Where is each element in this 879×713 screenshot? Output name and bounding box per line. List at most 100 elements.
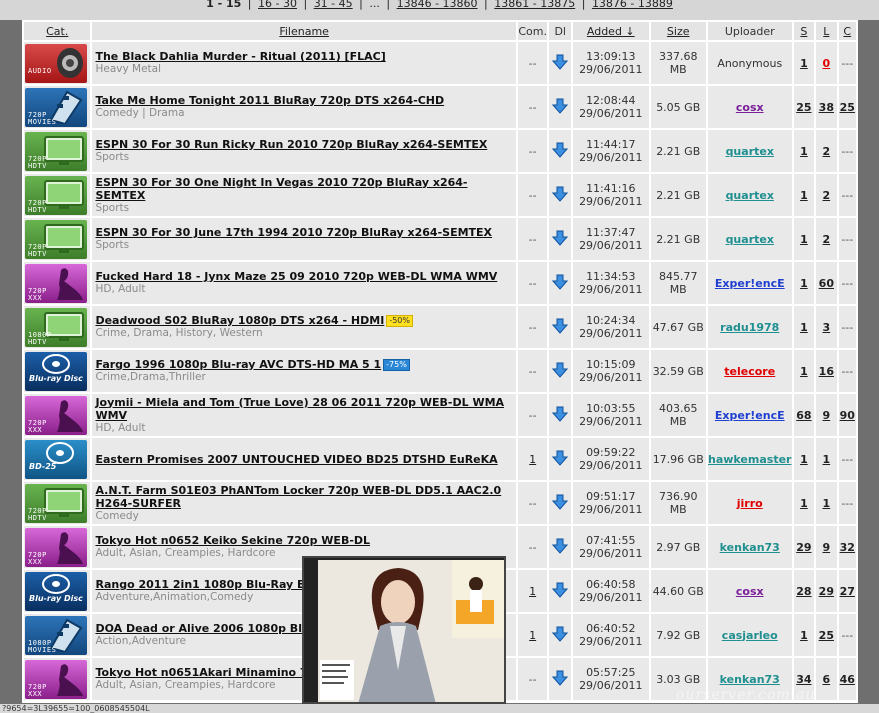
- seeders-link[interactable]: 1: [793, 438, 815, 480]
- page-link-924[interactable]: 13861 - 13875: [494, 0, 575, 10]
- category-icon[interactable]: 1080P MOVIES: [25, 615, 87, 655]
- download-arrow-icon[interactable]: [552, 626, 569, 642]
- leechers-link[interactable]: 3: [816, 306, 837, 348]
- col-size[interactable]: Size: [650, 22, 706, 40]
- category-cell[interactable]: 720P HDTV: [24, 482, 91, 524]
- leechers-link[interactable]: 1: [816, 438, 837, 480]
- download-cell[interactable]: [549, 350, 571, 392]
- col-filename[interactable]: Filename: [92, 22, 516, 40]
- download-cell[interactable]: [549, 86, 571, 128]
- category-cell[interactable]: 720P XXX: [24, 658, 91, 700]
- leechers-link[interactable]: 0: [816, 42, 837, 84]
- leechers-link[interactable]: 38: [816, 86, 837, 128]
- leechers-link[interactable]: 6: [816, 658, 837, 700]
- torrent-title-link[interactable]: ESPN 30 For 30 Run Ricky Run 2010 720p B…: [95, 138, 487, 151]
- torrent-title-link[interactable]: Fargo 1996 1080p Blu-ray AVC DTS-HD MA 5…: [95, 358, 381, 371]
- torrent-title-link[interactable]: Tokyo Hot n0651Akari Minamino 720: [95, 666, 322, 679]
- category-icon[interactable]: 720P XXX: [25, 395, 87, 435]
- torrent-title-link[interactable]: Rango 2011 2in1 1080p Blu-Ray EUR A: [95, 578, 334, 591]
- seeders-link[interactable]: 1: [793, 482, 815, 524]
- download-cell[interactable]: [549, 394, 571, 436]
- download-arrow-icon[interactable]: [552, 538, 569, 554]
- page-link-3[interactable]: 31 - 45: [314, 0, 353, 10]
- category-cell[interactable]: 720P XXX: [24, 526, 91, 568]
- category-icon[interactable]: 720P HDTV: [25, 131, 87, 171]
- download-arrow-icon[interactable]: [552, 450, 569, 466]
- category-icon[interactable]: BD-25: [25, 439, 87, 479]
- category-icon[interactable]: 720P XXX: [25, 659, 87, 699]
- seeders-link[interactable]: 1: [793, 130, 815, 172]
- category-cell[interactable]: 1080P HDTV: [24, 306, 91, 348]
- download-arrow-icon[interactable]: [552, 406, 569, 422]
- download-cell[interactable]: [549, 174, 571, 216]
- torrent-title-link[interactable]: DOA Dead or Alive 2006 1080p BluRay: [95, 622, 332, 635]
- torrent-title-link[interactable]: Fucked Hard 18 - Jynx Maze 25 09 2010 72…: [95, 270, 497, 283]
- seeders-link[interactable]: 68: [793, 394, 815, 436]
- torrent-title-link[interactable]: Joymii - Miela and Tom (True Love) 28 06…: [95, 396, 504, 422]
- download-arrow-icon[interactable]: [552, 362, 569, 378]
- download-arrow-icon[interactable]: [552, 54, 569, 70]
- category-cell[interactable]: 720P MOVIES: [24, 86, 91, 128]
- download-arrow-icon[interactable]: [552, 582, 569, 598]
- leechers-link[interactable]: 9: [816, 526, 837, 568]
- completed-count[interactable]: 32: [838, 526, 856, 568]
- download-arrow-icon[interactable]: [552, 494, 569, 510]
- download-cell[interactable]: [549, 658, 571, 700]
- uploader-link[interactable]: quartex: [707, 174, 792, 216]
- download-arrow-icon[interactable]: [552, 274, 569, 290]
- download-arrow-icon[interactable]: [552, 230, 569, 246]
- leechers-link[interactable]: 9: [816, 394, 837, 436]
- category-icon[interactable]: 720P XXX: [25, 263, 87, 303]
- col-cat[interactable]: Cat.: [24, 22, 91, 40]
- col-seeders[interactable]: S: [793, 22, 815, 40]
- page-link-2[interactable]: 16 - 30: [258, 0, 297, 10]
- download-cell[interactable]: [549, 262, 571, 304]
- download-arrow-icon[interactable]: [552, 670, 569, 686]
- leechers-link[interactable]: 2: [816, 174, 837, 216]
- torrent-title-link[interactable]: Eastern Promises 2007 UNTOUCHED VIDEO BD…: [95, 453, 497, 466]
- category-icon[interactable]: 720P HDTV: [25, 219, 87, 259]
- torrent-title-link[interactable]: Take Me Home Tonight 2011 BluRay 720p DT…: [95, 94, 444, 107]
- download-arrow-icon[interactable]: [552, 186, 569, 202]
- seeders-link[interactable]: 1: [793, 174, 815, 216]
- torrent-title-link[interactable]: Tokyo Hot n0652 Keiko Sekine 720p WEB-DL: [95, 534, 370, 547]
- leechers-link[interactable]: 1: [816, 482, 837, 524]
- download-cell[interactable]: [549, 438, 571, 480]
- seeders-link[interactable]: 1: [793, 262, 815, 304]
- leechers-link[interactable]: 60: [816, 262, 837, 304]
- torrent-title-link[interactable]: ESPN 30 For 30 One Night In Vegas 2010 7…: [95, 176, 467, 202]
- download-arrow-icon[interactable]: [552, 142, 569, 158]
- uploader-link[interactable]: casjarleo: [707, 614, 792, 656]
- page-link-last[interactable]: 13876 - 13889: [592, 0, 673, 10]
- col-leechers[interactable]: L: [816, 22, 837, 40]
- category-icon[interactable]: 1080P HDTV: [25, 307, 87, 347]
- category-icon[interactable]: 720P HDTV: [25, 483, 87, 523]
- uploader-link[interactable]: quartex: [707, 218, 792, 260]
- leechers-link[interactable]: 16: [816, 350, 837, 392]
- category-cell[interactable]: 720P HDTV: [24, 218, 91, 260]
- uploader-link[interactable]: telecore: [707, 350, 792, 392]
- category-cell[interactable]: Blu-ray Disc: [24, 570, 91, 612]
- seeders-link[interactable]: 25: [793, 86, 815, 128]
- uploader-link[interactable]: hawkemaster: [707, 438, 792, 480]
- completed-count[interactable]: 46: [838, 658, 856, 700]
- uploader-link[interactable]: Exper!encE: [707, 394, 792, 436]
- download-arrow-icon[interactable]: [552, 318, 569, 334]
- download-cell[interactable]: [549, 570, 571, 612]
- category-cell[interactable]: 1080P MOVIES: [24, 614, 91, 656]
- completed-count[interactable]: 90: [838, 394, 856, 436]
- seeders-link[interactable]: 1: [793, 218, 815, 260]
- category-cell[interactable]: AUDIO: [24, 42, 91, 84]
- comment-link[interactable]: 1: [529, 453, 536, 466]
- seeders-link[interactable]: 1: [793, 350, 815, 392]
- download-cell[interactable]: [549, 482, 571, 524]
- torrent-title-link[interactable]: The Black Dahlia Murder - Ritual (2011) …: [95, 50, 385, 63]
- seeders-link[interactable]: 1: [793, 306, 815, 348]
- completed-count[interactable]: 25: [838, 86, 856, 128]
- uploader-link[interactable]: cosx: [707, 86, 792, 128]
- category-cell[interactable]: 720P XXX: [24, 262, 91, 304]
- comment-link[interactable]: 1: [529, 585, 536, 598]
- category-icon[interactable]: 720P XXX: [25, 527, 87, 567]
- download-cell[interactable]: [549, 526, 571, 568]
- uploader-link[interactable]: kenkan73: [707, 526, 792, 568]
